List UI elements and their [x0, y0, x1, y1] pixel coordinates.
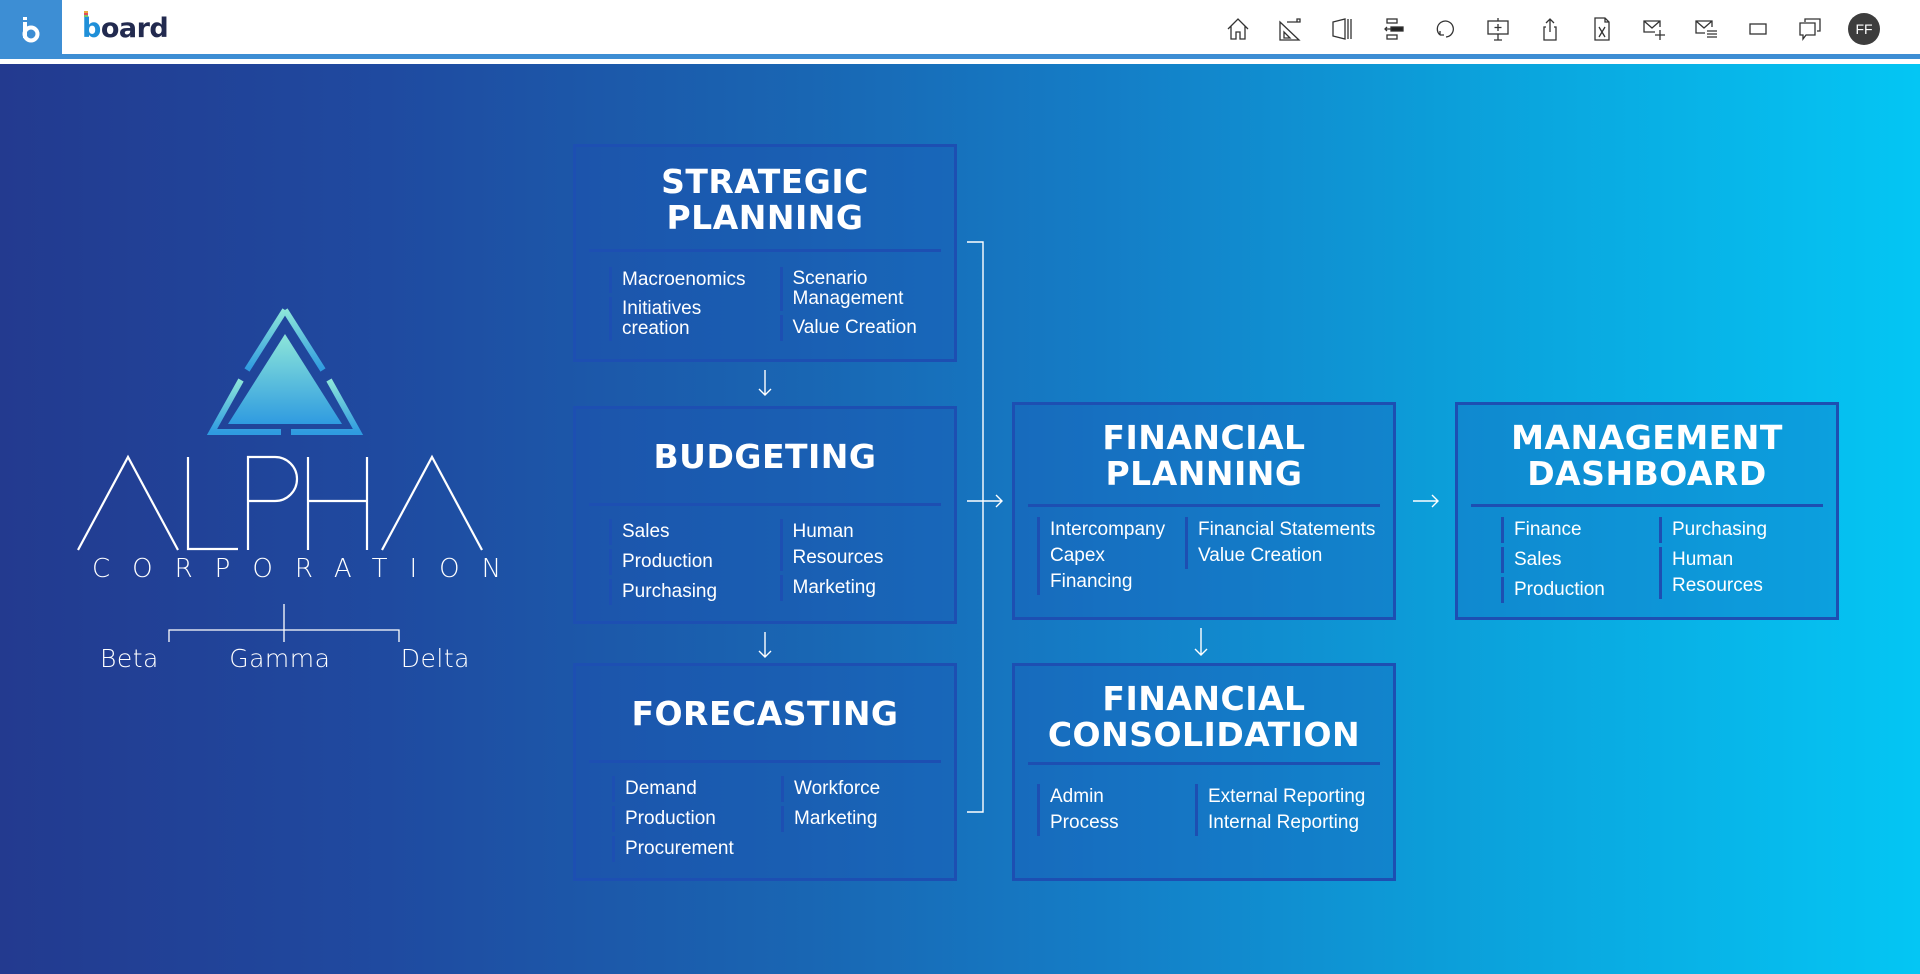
forecasting-box[interactable]: FORECASTING Demand Production Procuremen… — [573, 663, 957, 881]
list-item[interactable]: Demand — [612, 776, 773, 802]
refresh-icon — [1436, 20, 1454, 38]
list-item[interactable]: Macroenomics — [609, 267, 772, 293]
comments-button[interactable] — [1784, 9, 1836, 49]
subsidiary-beta[interactable]: Beta — [100, 644, 159, 673]
list-item[interactable]: Procurement — [612, 836, 773, 862]
list-item[interactable]: Scenario Management — [779, 267, 943, 311]
comments-icon — [1799, 18, 1821, 41]
financial-planning-box[interactable]: FINANCIAL PLANNING Intercompany Capex Fi… — [1012, 402, 1396, 620]
top-bar: board FF — [0, 0, 1920, 59]
box-title: FORECASTING — [631, 694, 899, 733]
list-item[interactable]: Intercompany — [1037, 517, 1177, 543]
add-presentation-button[interactable] — [1472, 9, 1524, 49]
subsidiary-gamma[interactable]: Gamma — [229, 644, 330, 673]
list-item[interactable]: Process — [1037, 810, 1187, 836]
subsidiary-tree-lines — [168, 604, 400, 642]
box-divider — [589, 249, 941, 252]
list-item[interactable]: Purchasing — [1659, 517, 1824, 543]
list-item[interactable]: Finance — [1501, 517, 1651, 543]
list-item[interactable]: Financing — [1037, 569, 1177, 595]
list-item[interactable]: Production — [612, 806, 773, 832]
mail-list-button[interactable] — [1680, 9, 1732, 49]
new-mail-button[interactable] — [1628, 9, 1680, 49]
panel-button[interactable] — [1316, 9, 1368, 49]
list-item[interactable]: Initiatives creation — [609, 297, 772, 341]
mail-list-icon — [1695, 20, 1717, 38]
box-divider — [1471, 504, 1823, 507]
list-item[interactable]: Internal Reporting — [1195, 810, 1381, 836]
share-icon — [1543, 18, 1557, 41]
export-excel-button[interactable] — [1576, 9, 1628, 49]
list-item[interactable]: Capex — [1037, 543, 1177, 569]
subsidiary-delta[interactable]: Delta — [401, 644, 470, 673]
alpha-wordmark — [77, 454, 483, 551]
share-button[interactable] — [1524, 9, 1576, 49]
user-avatar[interactable]: FF — [1848, 13, 1880, 45]
list-item[interactable]: Production — [1501, 577, 1651, 603]
box-title: FINANCIAL PLANNING — [1102, 418, 1306, 493]
board-logo: board — [82, 12, 169, 44]
design-mode-icon — [1279, 18, 1301, 41]
list-item[interactable]: Human Resources — [1659, 547, 1824, 599]
list-item[interactable]: Production — [609, 549, 772, 575]
presentation-panel-icon — [1332, 18, 1352, 40]
list-item[interactable]: Value Creation — [779, 315, 943, 341]
box-items: Intercompany Capex Financing Financial S… — [1037, 517, 1381, 595]
board-b-icon — [22, 16, 40, 42]
list-item[interactable]: Admin — [1037, 784, 1187, 810]
list-item[interactable]: Value Creation — [1185, 543, 1381, 569]
list-item[interactable]: External Reporting — [1195, 784, 1381, 810]
box-title: BUDGETING — [653, 437, 877, 476]
box-divider — [1028, 504, 1380, 507]
box-items: Macroenomics Initiatives creation Scenar… — [609, 267, 942, 345]
list-item[interactable]: Marketing — [779, 575, 943, 601]
align-icon — [1384, 18, 1404, 40]
list-item[interactable]: Sales — [609, 519, 772, 545]
box-divider — [1028, 762, 1380, 765]
new-mail-icon — [1643, 20, 1665, 40]
app-menu-button[interactable] — [0, 0, 62, 59]
box-title: FINANCIAL CONSOLIDATION — [1047, 679, 1361, 754]
box-divider — [589, 503, 941, 506]
design-mode-button[interactable] — [1264, 9, 1316, 49]
list-item[interactable]: Financial Statements — [1185, 517, 1381, 543]
logo-text: board — [82, 13, 169, 44]
box-items: Admin Process External Reporting Interna… — [1037, 784, 1381, 836]
fullscreen-icon — [1749, 23, 1767, 35]
add-presentation-icon — [1487, 18, 1509, 41]
box-title: STRATEGIC PLANNING — [661, 162, 869, 237]
subsidiaries: Beta Gamma Delta — [100, 644, 470, 673]
list-item[interactable]: Workforce — [781, 776, 942, 802]
refresh-button[interactable] — [1420, 9, 1472, 49]
list-item[interactable]: Human Resources — [779, 519, 943, 571]
excel-export-icon — [1594, 17, 1610, 41]
home-button[interactable] — [1212, 9, 1264, 49]
list-item[interactable]: Marketing — [781, 806, 942, 832]
company-logo: CORPORATION Beta Gamma Delta — [70, 304, 524, 744]
fullscreen-button[interactable] — [1732, 9, 1784, 49]
align-button[interactable] — [1368, 9, 1420, 49]
financial-consolidation-box[interactable]: FINANCIAL CONSOLIDATION Admin Process Ex… — [1012, 663, 1396, 881]
company-subtitle: CORPORATION — [92, 554, 524, 584]
toolbar: FF — [1212, 9, 1880, 49]
box-title: MANAGEMENT DASHBOARD — [1511, 418, 1783, 493]
list-item[interactable]: Sales — [1501, 547, 1651, 573]
list-item[interactable]: Purchasing — [609, 579, 772, 605]
box-items: Demand Production Procurement Workforce … — [612, 776, 942, 866]
box-items: Sales Production Purchasing Human Resour… — [609, 519, 942, 609]
strategic-planning-box[interactable]: STRATEGIC PLANNING Macroenomics Initiati… — [573, 144, 957, 362]
box-items: Finance Sales Production Purchasing Huma… — [1501, 517, 1824, 607]
management-dashboard-box[interactable]: MANAGEMENT DASHBOARD Finance Sales Produ… — [1455, 402, 1839, 620]
budgeting-box[interactable]: BUDGETING Sales Production Purchasing Hu… — [573, 406, 957, 624]
triangle-logo-icon — [206, 308, 364, 435]
home-icon — [1227, 18, 1249, 40]
box-divider — [589, 760, 941, 763]
